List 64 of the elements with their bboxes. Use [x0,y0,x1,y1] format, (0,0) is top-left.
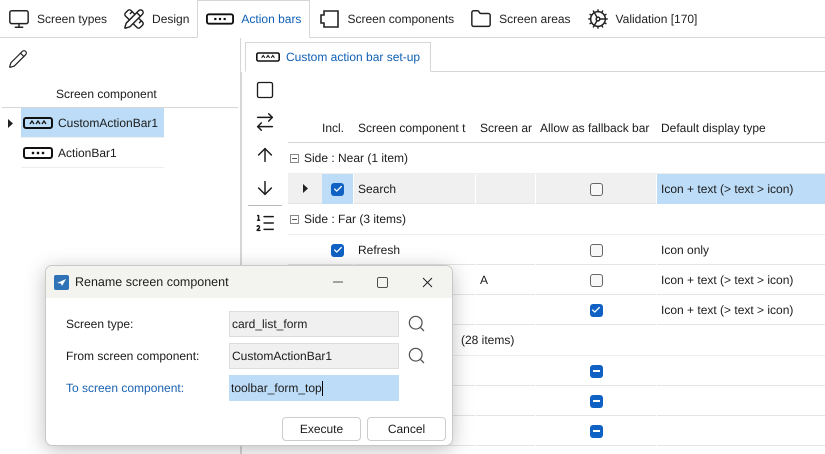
group-header: Side : Near (1 item) [304,150,408,167]
field-label: Screen type: [66,316,134,333]
tab[interactable]: Screen types [0,0,116,37]
checkbox[interactable] [590,274,602,286]
action-bar-arrows-icon [23,116,53,128]
checkbox[interactable] [331,244,344,256]
numbered-list-icon[interactable] [254,212,276,234]
checkbox[interactable] [590,424,602,438]
maximize-icon[interactable] [376,276,389,288]
table-row[interactable]: Search Icon + text (> text > icon) [288,174,825,204]
action-bar-dots-icon [23,146,53,158]
component-icon [318,8,340,28]
table-cell-text: Icon + text (> text > icon) [661,272,794,289]
column-header: Default display type [660,120,766,136]
collapse-icon[interactable] [290,214,299,224]
swap-icon[interactable] [254,111,276,133]
monitor-icon [8,8,30,30]
app-icon [54,274,69,290]
tab[interactable]: Action bars [197,0,310,38]
cog-icon [586,8,609,30]
collapse-icon[interactable] [290,154,299,162]
dialog-button[interactable]: Execute [282,417,361,441]
search-icon[interactable] [407,314,426,333]
checkbox[interactable] [590,304,602,316]
dialog-button[interactable]: Cancel [367,417,446,441]
table-cell-text: Refresh [358,242,400,259]
column-header: Screen component [55,86,157,102]
action-bar-arrows-icon [256,51,280,63]
pencil-ruler-icon [123,8,146,30]
expand-arrow-icon[interactable] [8,118,13,128]
tab[interactable]: Design [115,0,198,37]
column-header: Allow as fallback bar [539,120,650,136]
input-field[interactable]: toolbar_form_top [229,375,399,401]
folder-icon [470,8,492,30]
tree-item[interactable]: CustomActionBar1 [21,108,164,138]
table-cell-text: Icon + text (> text > icon) [661,181,794,198]
search-icon[interactable] [407,346,426,365]
action-bar-dots-icon [206,13,234,25]
group-header: (28 items) [461,332,514,349]
field-label: To screen component: [66,380,186,397]
tree-item[interactable]: ActionBar1 [21,138,164,168]
sub-tab[interactable]: Custom action bar set-up [245,42,432,72]
field-label: From screen component: [66,348,200,365]
column-header: Screen component t [357,120,466,136]
table-cell-text: Search [358,181,396,198]
table-cell-text: Icon only [661,242,710,259]
checkbox[interactable] [590,244,602,256]
input-field[interactable]: CustomActionBar1 [229,343,399,369]
tab[interactable]: Screen components [310,0,462,37]
table-cell-text: Icon + text (> text > icon) [661,302,794,319]
group-header: Side : Far (3 items) [304,211,406,228]
checkbox[interactable] [590,394,602,408]
checkbox[interactable] [331,182,344,196]
column-header: Incl. [322,120,346,136]
table-cell-text: A [480,272,488,289]
checkbox[interactable] [590,182,602,196]
column-header: Screen ar [479,120,534,136]
tab[interactable]: Validation [170] [578,0,706,37]
dialog-title: Rename screen component [75,274,229,291]
input-field[interactable]: card_list_form [229,311,399,337]
edit-pencil-icon[interactable] [8,49,28,69]
expand-arrow-icon[interactable] [302,184,308,193]
checkbox[interactable] [590,364,602,378]
tab[interactable]: Screen areas [462,0,579,37]
